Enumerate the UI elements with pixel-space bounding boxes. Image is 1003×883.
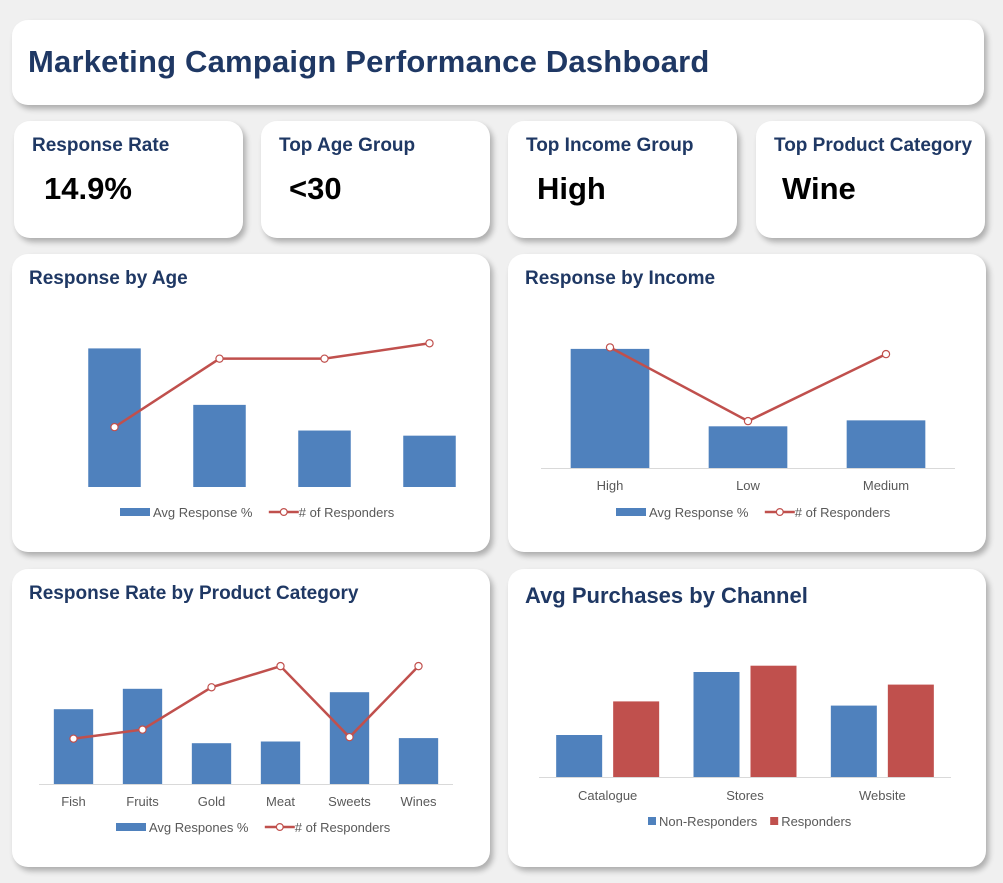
line-point	[605, 343, 615, 352]
x-tick-label: Stores	[726, 788, 764, 803]
chart-card-channel: Avg Purchases by Channel Catalogue Stores…	[508, 569, 986, 867]
kpi-card-response-rate: Response Rate 14.9%	[14, 121, 243, 238]
title-card: Marketing Campaign Performance Dashboard	[12, 20, 984, 105]
bar-wines	[398, 738, 439, 784]
x-tick-label: Gold	[198, 794, 225, 809]
chart-card-product: Response Rate by Product Category Fish Fr…	[12, 569, 490, 867]
kpi-value: <30	[289, 171, 342, 206]
line-point	[320, 354, 329, 363]
product-chart: Fish Fruits Gold Meat Sweets Wines Avg Respone…	[39, 661, 453, 835]
bar-website-responders	[887, 684, 934, 777]
legend-swatch	[770, 817, 779, 825]
x-tick-label: Wines	[400, 794, 437, 809]
line-point	[345, 732, 354, 742]
channel-chart: Catalogue Stores Website Non-Responders Resp…	[539, 665, 951, 829]
bar-age-2	[298, 430, 351, 487]
kpi-value: Wine	[782, 171, 856, 206]
legend-label: Avg Response %	[153, 505, 253, 520]
kpi-label: Top Product Category	[774, 135, 973, 156]
bar-gold	[191, 743, 232, 784]
legend-swatch	[648, 817, 656, 825]
kpi-card-top-age-group: Top Age Group <30	[261, 121, 490, 238]
line-point	[69, 734, 78, 743]
legend-swatch-bar	[120, 508, 150, 516]
bar-fish	[53, 709, 94, 784]
x-tick-label: Medium	[863, 478, 909, 493]
legend-swatch-bar	[616, 508, 646, 516]
legend-label: # of Responders	[295, 820, 391, 835]
x-tick-label: Catalogue	[578, 788, 637, 803]
bar-catalogue-responders	[613, 701, 660, 777]
kpi-card-top-product-category: Top Product Category Wine	[756, 121, 985, 238]
line-point	[215, 354, 224, 363]
bar-catalogue-non-responders	[556, 735, 603, 777]
legend-swatch-point	[775, 508, 784, 517]
line-point	[414, 661, 423, 671]
bar-medium	[846, 420, 926, 468]
bar-stores-non-responders	[693, 672, 740, 777]
legend-swatch-point	[275, 823, 284, 832]
legend-swatch-bar	[116, 823, 146, 831]
x-tick-label: Fruits	[126, 794, 159, 809]
income-chart: High Low Medium Avg Response % # of Responde…	[541, 343, 955, 520]
bar-age-3	[403, 435, 456, 487]
legend-label: Non-Responders	[659, 814, 758, 829]
legend-label: # of Responders	[299, 505, 395, 520]
x-tick-label: Low	[736, 478, 760, 493]
bar-age-1	[193, 404, 246, 487]
age-chart: Avg Response % # of Responders	[88, 339, 456, 520]
line-point	[425, 339, 434, 348]
bar-age-0	[88, 348, 141, 487]
line-point	[276, 661, 285, 671]
kpi-label: Top Income Group	[526, 135, 694, 156]
x-tick-label: Meat	[266, 794, 295, 809]
line-point	[207, 683, 216, 692]
bar-low	[708, 426, 788, 468]
kpi-label: Top Age Group	[279, 135, 416, 156]
legend-label: Avg Response %	[649, 505, 749, 520]
legend-label: # of Responders	[795, 505, 891, 520]
line-point	[110, 422, 119, 432]
bar-stores-responders	[750, 665, 797, 777]
kpi-value: 14.9%	[44, 171, 132, 206]
bar-website-non-responders	[830, 705, 877, 777]
responders-line	[113, 342, 430, 429]
responders-line	[609, 346, 887, 423]
line-point	[138, 725, 147, 734]
legend-label: Avg Respones %	[149, 820, 249, 835]
x-tick-label: Fish	[61, 794, 86, 809]
page-title: Marketing Campaign Performance Dashboard	[28, 44, 710, 79]
x-tick-label: Website	[859, 788, 906, 803]
line-point	[881, 349, 891, 359]
bar-fruits	[122, 688, 163, 784]
chart-card-age: Response by Age Avg Response % # of Respo…	[12, 254, 490, 552]
kpi-value: High	[537, 171, 606, 206]
x-tick-label: Sweets	[328, 794, 371, 809]
bar-high	[570, 348, 650, 468]
x-tick-label: High	[597, 478, 624, 493]
chart-card-income: Response by Income High Low Medium Avg Resp…	[508, 254, 986, 552]
legend-label: Responders	[781, 814, 852, 829]
bar-meat	[260, 741, 301, 784]
legend-swatch-point	[279, 508, 288, 517]
kpi-label: Response Rate	[32, 135, 170, 156]
line-point	[743, 416, 753, 426]
kpi-card-top-income-group: Top Income Group High	[508, 121, 737, 238]
